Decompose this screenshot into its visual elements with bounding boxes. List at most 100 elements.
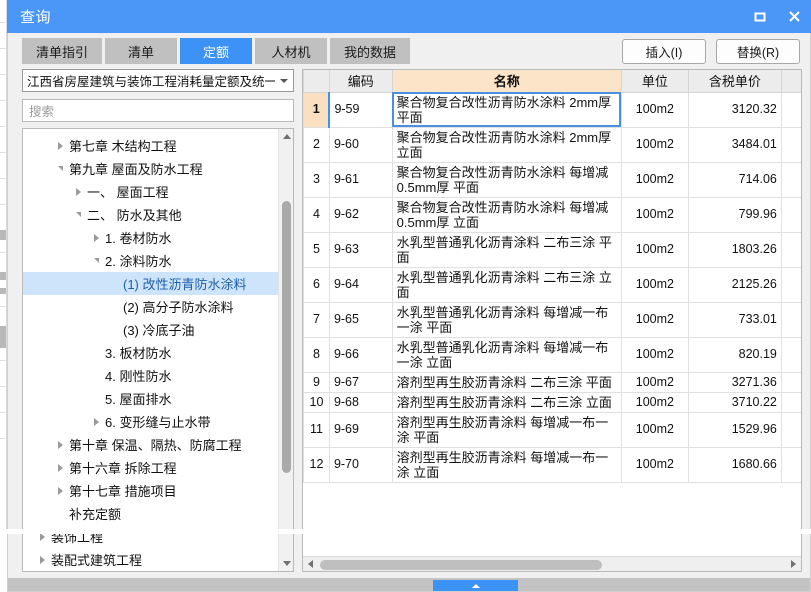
cell-unit[interactable]: 100m2 [621,197,688,232]
cell-name[interactable]: 溶剂型再生胶沥青涂料 每增减一布一涂 平面 [392,412,621,447]
cell-code[interactable]: 9-65 [329,302,392,337]
tree-node[interactable]: 第十七章 措施项目 [23,479,278,502]
catalog-tree[interactable]: 第七章 木结构工程第九章 屋面及防水工程一、 屋面工程二、 防水及其他1. 卷材… [23,129,278,571]
cell-price[interactable]: 714.06 [688,162,781,197]
tab-dinge[interactable]: 定额 [180,38,252,64]
dialog-titlebar[interactable]: 查询 [7,0,811,33]
row-number-cell[interactable]: 6 [304,267,330,302]
tree-node[interactable]: 第九章 屋面及防水工程 [23,157,278,180]
tree-node[interactable]: 装配式建筑工程 [23,548,278,571]
tree-node[interactable]: (2) 高分子防水涂料 [23,295,278,318]
cell-unit[interactable]: 100m2 [621,372,688,392]
cell-price[interactable]: 3710.22 [688,392,781,412]
table-row[interactable]: 79-65水乳型普通乳化沥青涂料 每增减一布一涂 平面100m2733.01 [304,302,802,337]
tree-node[interactable]: (3) 冷底子油 [23,318,278,341]
cell-unit[interactable]: 100m2 [621,447,688,482]
tab-qingdan[interactable]: 清单 [105,38,177,64]
row-number-cell[interactable]: 11 [304,412,330,447]
cell-extra[interactable] [781,197,801,232]
cell-unit[interactable]: 100m2 [621,412,688,447]
cell-code[interactable]: 9-66 [329,337,392,372]
close-icon[interactable] [777,0,811,33]
cell-name[interactable]: 溶剂型再生胶沥青涂料 二布三涂 立面 [392,392,621,412]
grid-horizontal-scrollbar[interactable] [303,556,801,571]
tab-qingdan-zhiyin[interactable]: 清单指引 [22,38,102,64]
cell-price[interactable]: 3484.01 [688,127,781,162]
row-number-cell[interactable]: 3 [304,162,330,197]
tree-node[interactable]: 3. 板材防水 [23,341,278,364]
cell-code[interactable]: 9-63 [329,232,392,267]
tree-expand-icon[interactable] [69,188,87,196]
cell-code[interactable]: 9-59 [329,92,392,127]
chevron-down-icon[interactable] [275,79,293,83]
tree-node[interactable]: 1. 卷材防水 [23,226,278,249]
tree-collapse-icon[interactable] [51,166,69,171]
cell-name[interactable]: 水乳型普通乳化沥青涂料 二布三涂 平面 [392,232,621,267]
cell-name[interactable]: 聚合物复合改性沥青防水涂料 2mm厚 立面 [392,127,621,162]
row-number-cell[interactable]: 8 [304,337,330,372]
cell-price[interactable]: 3120.32 [688,92,781,127]
cell-extra[interactable] [781,337,801,372]
tree-node[interactable]: (1) 改性沥青防水涂料 [23,272,278,295]
table-row[interactable]: 29-60聚合物复合改性沥青防水涂料 2mm厚 立面100m23484.01 [304,127,802,162]
tree-expand-icon[interactable] [33,556,51,564]
cell-code[interactable]: 9-61 [329,162,392,197]
tree-node[interactable]: 第十六章 拆除工程 [23,456,278,479]
tree-expand-icon[interactable] [87,418,105,426]
cell-price[interactable]: 3271.36 [688,372,781,392]
cell-unit[interactable]: 100m2 [621,162,688,197]
cell-name[interactable]: 水乳型普通乳化沥青涂料 二布三涂 立面 [392,267,621,302]
cell-extra[interactable] [781,92,801,127]
table-row[interactable]: 119-69溶剂型再生胶沥青涂料 每增减一布一涂 平面100m21529.96 [304,412,802,447]
row-number-cell[interactable]: 7 [304,302,330,337]
tree-node[interactable]: 补充定额 [23,502,278,525]
cell-price[interactable]: 820.19 [688,337,781,372]
tab-my-data[interactable]: 我的数据 [330,38,410,64]
cell-name[interactable]: 溶剂型再生胶沥青涂料 二布三涂 平面 [392,372,621,392]
collapse-panel-handle[interactable] [433,580,518,591]
cell-price[interactable]: 799.96 [688,197,781,232]
cell-name[interactable]: 聚合物复合改性沥青防水涂料 每增减0.5mm厚 平面 [392,162,621,197]
hscroll-track[interactable] [318,557,786,572]
cell-price[interactable]: 1803.26 [688,232,781,267]
cell-extra[interactable] [781,162,801,197]
cell-unit[interactable]: 100m2 [621,267,688,302]
cell-extra[interactable] [781,127,801,162]
table-row[interactable]: 109-68溶剂型再生胶沥青涂料 二布三涂 立面100m23710.22 [304,392,802,412]
cell-extra[interactable] [781,412,801,447]
maximize-icon[interactable] [743,0,777,33]
cell-code[interactable]: 9-70 [329,447,392,482]
tree-vertical-scrollbar[interactable] [278,129,293,571]
scroll-up-icon[interactable] [279,129,294,144]
catalog-select[interactable]: 江西省房屋建筑与装饰工程消耗量定额及统一基 [22,69,294,92]
cell-price[interactable]: 1680.66 [688,447,781,482]
tree-expand-icon[interactable] [51,441,69,449]
cell-name[interactable]: 溶剂型再生胶沥青涂料 每增减一布一涂 立面 [392,447,621,482]
tree-expand-icon[interactable] [51,142,69,150]
column-header-name[interactable]: 名称 [392,70,621,92]
cell-extra[interactable] [781,267,801,302]
cell-unit[interactable]: 100m2 [621,337,688,372]
tree-expand-icon[interactable] [87,234,105,242]
tree-node[interactable]: 一、 屋面工程 [23,180,278,203]
cell-name[interactable]: 聚合物复合改性沥青防水涂料 每增减0.5mm厚 立面 [392,197,621,232]
row-number-cell[interactable]: 10 [304,392,330,412]
cell-unit[interactable]: 100m2 [621,127,688,162]
table-row[interactable]: 99-67溶剂型再生胶沥青涂料 二布三涂 平面100m23271.36 [304,372,802,392]
insert-button[interactable]: 插入(I) [622,39,706,64]
row-number-cell[interactable]: 12 [304,447,330,482]
tree-node[interactable]: 二、 防水及其他 [23,203,278,226]
cell-unit[interactable]: 100m2 [621,232,688,267]
cell-price[interactable]: 733.01 [688,302,781,337]
tree-node[interactable]: 5. 屋面排水 [23,387,278,410]
tree-scroll-thumb[interactable] [282,201,291,473]
column-header-unit[interactable]: 单位 [621,70,688,92]
cell-code[interactable]: 9-62 [329,197,392,232]
hscroll-thumb[interactable] [320,560,602,570]
tree-collapse-icon[interactable] [87,258,105,263]
row-number-cell[interactable]: 9 [304,372,330,392]
cell-extra[interactable] [781,447,801,482]
scroll-right-icon[interactable] [786,557,801,572]
scroll-down-icon[interactable] [279,556,294,571]
table-row[interactable]: 49-62聚合物复合改性沥青防水涂料 每增减0.5mm厚 立面100m2799.… [304,197,802,232]
